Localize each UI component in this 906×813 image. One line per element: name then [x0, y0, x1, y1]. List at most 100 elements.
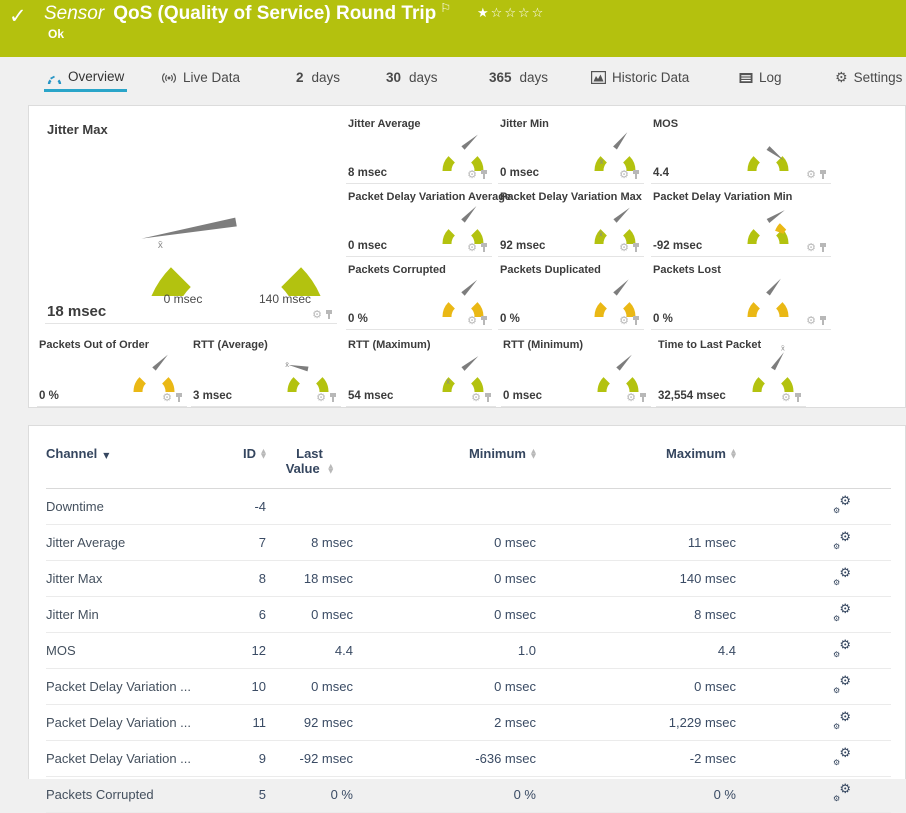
gear-icon[interactable]: ⚙: [806, 242, 816, 253]
channel-table-panel: Channel ▼ ID ▲ ▼ Last Value ▲ ▼ Minimum ▲ ▼ Maximum…: [28, 425, 906, 813]
gauge-title: MOS: [653, 118, 679, 130]
cell-actions: ⚙ ⚙: [736, 740, 891, 777]
table-row: Packet Delay Variation ... 11 92 msec 2 mse…: [46, 704, 891, 741]
cell-channel: Packet Delay Variation ...: [46, 704, 196, 741]
tab-live-data[interactable]: Live Data: [158, 63, 243, 92]
pin-icon[interactable]: [329, 393, 337, 403]
cell-min: 2 msec: [353, 704, 536, 741]
star-empty-icon[interactable]: ☆: [532, 5, 546, 20]
gear-icon[interactable]: ⚙: [806, 169, 816, 180]
star-empty-icon[interactable]: ☆: [504, 5, 518, 20]
cell-channel: Packet Delay Variation ...: [46, 668, 196, 705]
gear-icon[interactable]: ⚙: [471, 392, 481, 403]
sort-icon[interactable]: ▲ ▼: [731, 447, 736, 459]
gear-icon[interactable]: ⚙: [316, 392, 326, 403]
pin-icon[interactable]: [325, 310, 333, 320]
svg-text:x̄: x̄: [446, 377, 450, 386]
jitter-min-gauge: x̄: [594, 132, 636, 171]
gear-icon[interactable]: ⚙: [467, 315, 477, 326]
gauge-cell-actions: ⚙: [619, 242, 640, 253]
pin-icon[interactable]: [819, 170, 827, 180]
column-header-last-value[interactable]: Last Value ▲ ▼: [266, 440, 353, 489]
table-body: Downtime -4 ⚙ ⚙ Jitter Average 7 8 msec 0 msec 1…: [46, 488, 891, 813]
gauge-cell-packet-delay-variation-average: Packet Delay Variation Average 0 msec ⚙: [346, 185, 511, 257]
star-empty-icon[interactable]: ☆: [491, 5, 505, 20]
cell-channel: Packets Corrupted: [46, 776, 196, 813]
cell-max: [536, 488, 736, 525]
cell-max: 8 msec: [536, 596, 736, 633]
gear-icon[interactable]: ⚙: [619, 315, 629, 326]
cell-min: 0 msec: [353, 524, 536, 561]
cell-max: -2 msec: [536, 740, 736, 777]
channel-settings-icon[interactable]: ⚙ ⚙: [833, 710, 851, 731]
pin-icon[interactable]: [175, 393, 183, 403]
channel-settings-icon[interactable]: ⚙ ⚙: [833, 566, 851, 587]
channel-settings-icon[interactable]: ⚙ ⚙: [833, 746, 851, 767]
tab-30-days[interactable]: 30 days: [383, 63, 441, 92]
gear-icon[interactable]: ⚙: [162, 392, 172, 403]
column-header-id[interactable]: ID ▲ ▼: [196, 440, 266, 489]
channel-settings-icon[interactable]: ⚙ ⚙: [833, 638, 851, 659]
pin-icon[interactable]: [480, 170, 488, 180]
pin-icon[interactable]: [484, 393, 492, 403]
gear-icon[interactable]: ⚙: [467, 242, 477, 253]
gear-icon[interactable]: ⚙: [806, 315, 816, 326]
tab-label: Log: [759, 70, 782, 85]
cell-max: 11 msec: [536, 524, 736, 561]
pin-icon[interactable]: [632, 316, 640, 326]
pin-icon[interactable]: [480, 243, 488, 253]
gear-icon[interactable]: ⚙: [781, 392, 791, 403]
star-filled-icon[interactable]: ★: [477, 5, 491, 20]
column-header-minimum[interactable]: Minimum ▲ ▼: [353, 440, 536, 489]
gear-icon[interactable]: ⚙: [619, 169, 629, 180]
sort-desc-icon[interactable]: ▼: [103, 451, 109, 460]
cell-actions: ⚙ ⚙: [736, 704, 891, 741]
status-badge: Ok: [48, 27, 65, 41]
pin-icon[interactable]: [480, 316, 488, 326]
gear-icon[interactable]: ⚙: [467, 169, 477, 180]
gauge-cell-rtt-minimum: RTT (Minimum) 0 msec ⚙: [501, 333, 651, 407]
pin-icon[interactable]: [632, 170, 640, 180]
gear-icon[interactable]: ⚙: [312, 309, 322, 320]
tab-365-days[interactable]: 365 days: [486, 63, 551, 92]
priority-star-rating[interactable]: ★☆☆☆☆: [477, 5, 545, 20]
cell-channel: Packet Delay Variation ...: [46, 740, 196, 777]
gauge-title: RTT (Minimum): [503, 339, 584, 351]
pin-icon[interactable]: [819, 316, 827, 326]
cell-id: 11: [196, 704, 266, 741]
pin-icon[interactable]: [819, 243, 827, 253]
tab-settings[interactable]: ⚙ Settings: [832, 63, 905, 92]
flag-icon[interactable]: ⚐: [440, 1, 451, 15]
table-row: Downtime -4 ⚙ ⚙: [46, 488, 891, 525]
column-header-actions[interactable]: [736, 440, 891, 489]
gauge-value: 0 msec: [503, 390, 543, 402]
gauge-cell-actions: ⚙: [467, 315, 488, 326]
channel-settings-icon[interactable]: ⚙ ⚙: [833, 782, 851, 803]
channel-settings-icon[interactable]: ⚙ ⚙: [833, 494, 851, 515]
packets-out-of-order-gauge: [133, 354, 175, 392]
star-empty-icon[interactable]: ☆: [518, 5, 532, 20]
pin-icon[interactable]: [639, 393, 647, 403]
packets-lost-gauge: [747, 278, 789, 317]
channel-settings-icon[interactable]: ⚙ ⚙: [833, 674, 851, 695]
gauge-value: 8 msec: [348, 167, 388, 179]
tab-log[interactable]: Log: [736, 63, 785, 92]
column-header-channel[interactable]: Channel ▼: [46, 440, 196, 489]
gauge-cell-actions: ⚙: [619, 169, 640, 180]
pin-icon[interactable]: [794, 393, 802, 403]
channel-settings-icon[interactable]: ⚙ ⚙: [833, 602, 851, 623]
tab-overview[interactable]: Overview: [44, 63, 128, 92]
tab-2-days[interactable]: 2 days: [293, 63, 343, 92]
pin-icon[interactable]: [632, 243, 640, 253]
sort-icon[interactable]: ▲ ▼: [531, 447, 536, 459]
gauge-value: 0 msec: [500, 167, 540, 179]
gauge-title: RTT (Maximum): [348, 339, 431, 351]
sort-icon[interactable]: ▲ ▼: [328, 462, 333, 474]
gear-icon[interactable]: ⚙: [626, 392, 636, 403]
gear-icon[interactable]: ⚙: [619, 242, 629, 253]
gauge-value: 3 msec: [193, 390, 233, 402]
sort-icon[interactable]: ▲ ▼: [261, 447, 266, 459]
column-header-maximum[interactable]: Maximum ▲ ▼: [536, 440, 736, 489]
tab-historic-data[interactable]: Historic Data: [588, 63, 692, 92]
channel-settings-icon[interactable]: ⚙ ⚙: [833, 530, 851, 551]
